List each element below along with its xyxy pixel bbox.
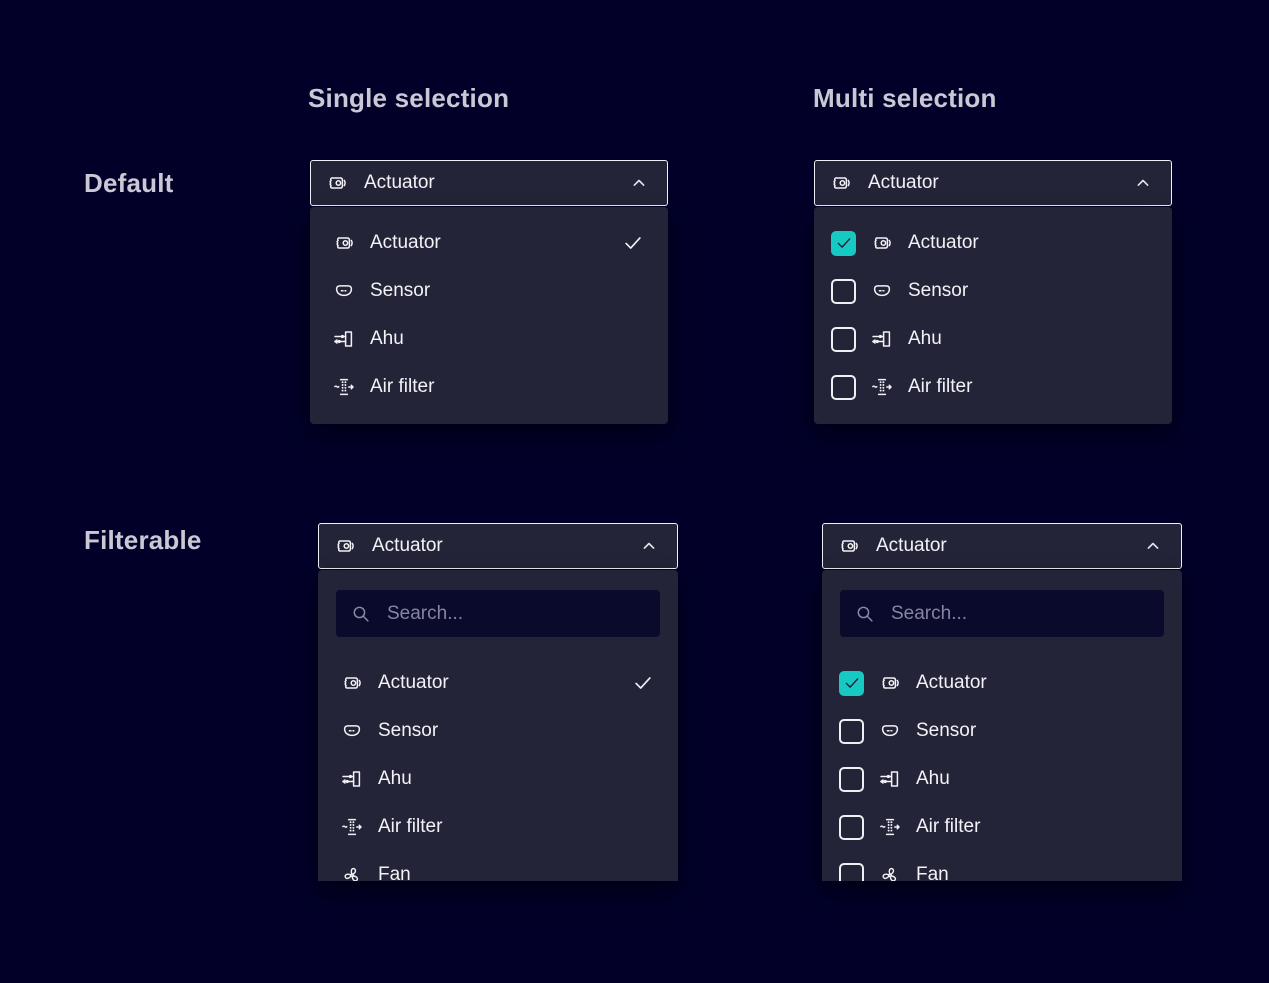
option-label: Actuator [908, 232, 979, 254]
search-input[interactable] [889, 602, 1150, 626]
air-filter-icon [340, 815, 364, 839]
actuator-icon [870, 231, 894, 255]
option-label: Actuator [378, 672, 449, 694]
option-sensor[interactable]: Sensor [814, 267, 1172, 315]
chevron-up-icon [1133, 173, 1153, 193]
checkbox-unchecked[interactable] [831, 375, 856, 400]
ahu-icon [878, 767, 902, 791]
default-multi-trigger[interactable]: Actuator [814, 160, 1172, 206]
checkbox-unchecked[interactable] [831, 327, 856, 352]
actuator-icon [340, 671, 364, 695]
default-multi-panel: Actuator Sensor Ahu Air filter [814, 207, 1172, 424]
option-label: Sensor [378, 720, 438, 742]
search-field [840, 590, 1164, 637]
option-label: Air filter [378, 816, 442, 838]
fan-icon [340, 863, 364, 881]
option-sensor[interactable]: Sensor [822, 707, 1182, 755]
sensor-icon [340, 719, 364, 743]
trigger-selected-label: Actuator [364, 172, 435, 194]
checkbox-unchecked[interactable] [839, 719, 864, 744]
ahu-icon [870, 327, 894, 351]
check-icon [843, 674, 861, 692]
option-label: Sensor [916, 720, 976, 742]
option-air-filter[interactable]: Air filter [814, 363, 1172, 411]
option-fan[interactable]: Fan [318, 851, 678, 881]
search-icon [350, 603, 372, 625]
option-air-filter[interactable]: Air filter [318, 803, 678, 851]
option-label: Air filter [908, 376, 972, 398]
check-icon [835, 234, 853, 252]
filterable-multi-trigger[interactable]: Actuator [822, 523, 1182, 569]
column-header-single-selection: Single selection [308, 83, 509, 113]
chevron-up-icon [639, 536, 659, 556]
row-label-default: Default [84, 168, 174, 198]
option-label: Sensor [908, 280, 968, 302]
filterable-single-trigger[interactable]: Actuator [318, 523, 678, 569]
option-label: Fan [916, 864, 949, 881]
search-input[interactable] [385, 602, 646, 626]
ahu-icon [332, 327, 356, 351]
option-air-filter[interactable]: Air filter [822, 803, 1182, 851]
option-label: Ahu [370, 328, 404, 350]
option-fan[interactable]: Fan [822, 851, 1182, 881]
actuator-icon [837, 534, 861, 558]
air-filter-icon [332, 375, 356, 399]
checkbox-unchecked[interactable] [839, 767, 864, 792]
sensor-icon [332, 279, 356, 303]
option-label: Sensor [370, 280, 430, 302]
trigger-selected-label: Actuator [868, 172, 939, 194]
sensor-icon [870, 279, 894, 303]
option-label: Fan [378, 864, 411, 881]
actuator-icon [325, 171, 349, 195]
select-component-showcase: Single selection Multi selection Default… [0, 0, 1269, 983]
row-label-filterable: Filterable [84, 525, 202, 555]
option-actuator[interactable]: Actuator [310, 219, 668, 267]
check-icon [622, 232, 644, 254]
column-header-multi-selection: Multi selection [813, 83, 997, 113]
search-field [336, 590, 660, 637]
search-icon [854, 603, 876, 625]
option-ahu[interactable]: Ahu [318, 755, 678, 803]
air-filter-icon [878, 815, 902, 839]
chevron-up-icon [1143, 536, 1163, 556]
option-ahu[interactable]: Ahu [822, 755, 1182, 803]
actuator-icon [333, 534, 357, 558]
option-label: Actuator [370, 232, 441, 254]
option-label: Ahu [916, 768, 950, 790]
checkbox-unchecked[interactable] [839, 815, 864, 840]
option-actuator[interactable]: Actuator [814, 219, 1172, 267]
option-label: Ahu [908, 328, 942, 350]
default-single-panel: Actuator Sensor Ahu Air filter [310, 207, 668, 424]
trigger-selected-label: Actuator [876, 535, 947, 557]
checkbox-unchecked[interactable] [831, 279, 856, 304]
actuator-icon [878, 671, 902, 695]
actuator-icon [829, 171, 853, 195]
air-filter-icon [870, 375, 894, 399]
ahu-icon [340, 767, 364, 791]
sensor-icon [878, 719, 902, 743]
filterable-single-panel: Actuator Sensor Ahu Air filter Fan [318, 570, 678, 881]
filterable-multi-panel: Actuator Sensor Ahu Air filter Fan [822, 570, 1182, 881]
option-sensor[interactable]: Sensor [318, 707, 678, 755]
option-label: Air filter [370, 376, 434, 398]
checkbox-checked[interactable] [839, 671, 864, 696]
trigger-selected-label: Actuator [372, 535, 443, 557]
chevron-up-icon [629, 173, 649, 193]
checkbox-checked[interactable] [831, 231, 856, 256]
check-icon [632, 672, 654, 694]
option-label: Ahu [378, 768, 412, 790]
option-ahu[interactable]: Ahu [814, 315, 1172, 363]
option-sensor[interactable]: Sensor [310, 267, 668, 315]
option-actuator[interactable]: Actuator [822, 659, 1182, 707]
option-actuator[interactable]: Actuator [318, 659, 678, 707]
actuator-icon [332, 231, 356, 255]
fan-icon [878, 863, 902, 881]
checkbox-unchecked[interactable] [839, 863, 864, 882]
option-ahu[interactable]: Ahu [310, 315, 668, 363]
default-single-trigger[interactable]: Actuator [310, 160, 668, 206]
option-label: Actuator [916, 672, 987, 694]
option-label: Air filter [916, 816, 980, 838]
option-air-filter[interactable]: Air filter [310, 363, 668, 411]
